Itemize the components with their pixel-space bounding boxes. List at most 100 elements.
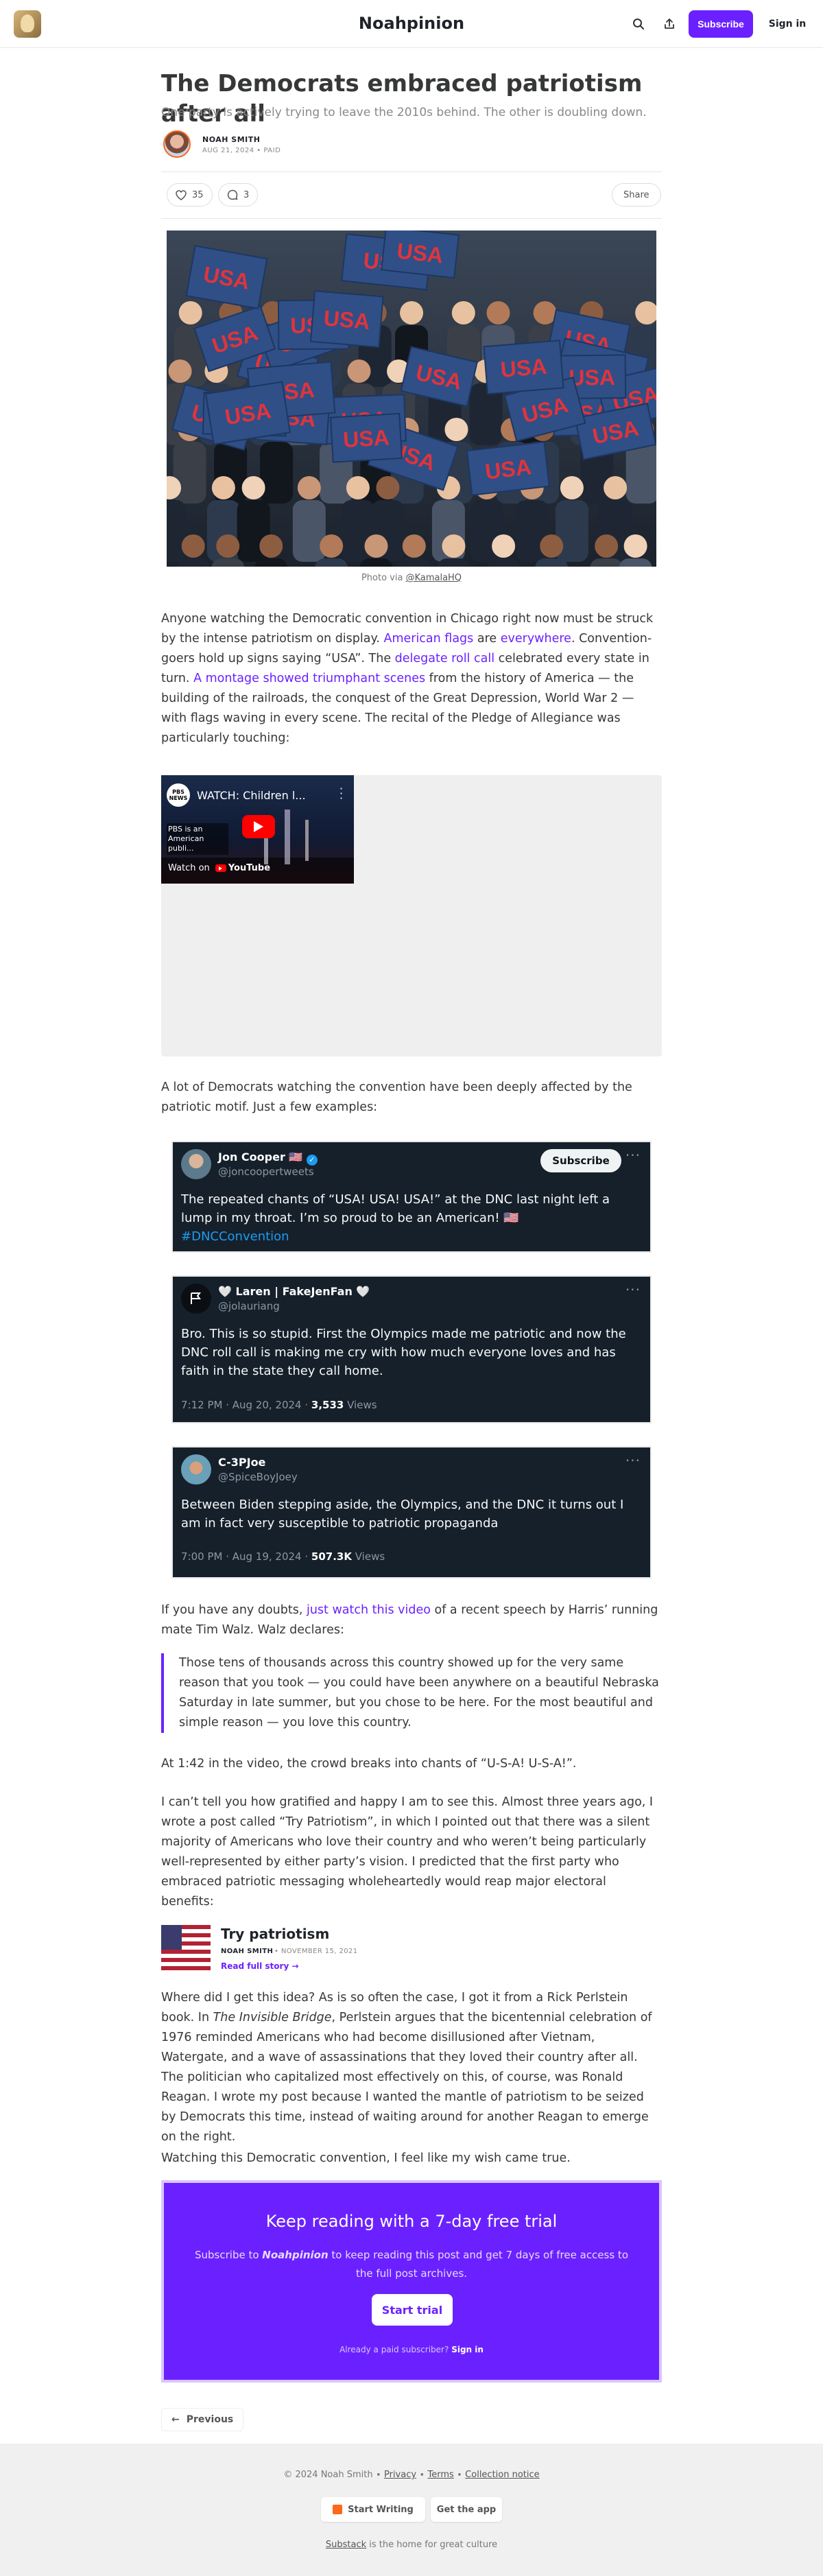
tweet-embed[interactable]: C-3PJoe @SpiceBoyJoey ··· Between Biden … bbox=[171, 1446, 652, 1579]
crowd-head bbox=[211, 476, 235, 499]
comment-button[interactable]: 3 bbox=[218, 183, 259, 206]
caption-link[interactable]: @KamalaHQ bbox=[406, 573, 462, 583]
paragraph: I can’t tell you how gratified and happy… bbox=[161, 1795, 654, 1909]
play-icon[interactable] bbox=[242, 815, 275, 838]
share-icon[interactable] bbox=[660, 15, 678, 33]
crowd-head bbox=[320, 534, 344, 558]
privacy-link[interactable]: Privacy bbox=[384, 2470, 416, 2480]
crowd-head bbox=[216, 534, 240, 558]
crowd-person bbox=[487, 558, 520, 567]
svg-text:USA: USA bbox=[484, 454, 532, 484]
crowd-head bbox=[442, 534, 466, 558]
usa-sign: USA bbox=[380, 231, 460, 279]
crowd-person bbox=[397, 558, 431, 567]
image-caption: Photo via @KamalaHQ bbox=[361, 573, 462, 583]
tweet-subscribe-button[interactable]: Subscribe bbox=[540, 1149, 621, 1172]
crowd-person bbox=[535, 558, 569, 567]
tweet-embed[interactable]: Jon Cooper 🇺🇸 ✓ @joncoopertweets Subscri… bbox=[171, 1141, 652, 1253]
substack-link[interactable]: Substack bbox=[326, 2540, 366, 2550]
link-montage[interactable]: A montage showed triumphant scenes bbox=[193, 672, 425, 685]
share-button[interactable]: Share bbox=[612, 183, 661, 206]
crowd-head bbox=[486, 301, 510, 324]
crowd-head bbox=[492, 534, 516, 558]
convention-crowd-illustration: USAUSAUSA USAUSAUSAUSAUSAUSAUSAUSAUSAUSAU… bbox=[167, 231, 656, 567]
crowd-head bbox=[241, 476, 265, 499]
watch-on-youtube[interactable]: Watch on YouTube bbox=[168, 863, 270, 873]
paragraph: Where did I get this idea? As is so ofte… bbox=[161, 1991, 652, 2144]
search-icon[interactable] bbox=[630, 15, 647, 33]
terms-link[interactable]: Terms bbox=[427, 2470, 453, 2480]
tweet-text: Bro. This is so stupid. First the Olympi… bbox=[181, 1327, 626, 1378]
divider bbox=[161, 218, 662, 219]
top-bar: Noahpinion Subscribe Sign in bbox=[0, 0, 823, 48]
paywall-sign-in-link[interactable]: Sign in bbox=[451, 2345, 484, 2354]
crowd-head bbox=[402, 534, 426, 558]
video-title[interactable]: WATCH: Children l... bbox=[197, 789, 306, 802]
video-menu-icon[interactable]: · · · bbox=[339, 783, 343, 804]
more-icon[interactable]: ··· bbox=[625, 1283, 641, 1297]
tweet-avatar[interactable] bbox=[181, 1149, 211, 1179]
paragraph: If you have any doubts, just watch this … bbox=[161, 1603, 658, 1637]
tweet-handle[interactable]: @joncoopertweets bbox=[218, 1166, 314, 1178]
crowd-head bbox=[181, 534, 205, 558]
crowd-person bbox=[437, 558, 470, 567]
start-writing-button[interactable]: Start Writing bbox=[321, 2497, 425, 2522]
channel-badge: PBS NEWS bbox=[167, 783, 190, 807]
tweet-meta: 7:12 PM · Aug 20, 2024 · 3,533 Views bbox=[181, 1399, 377, 1411]
video-thumbnail[interactable]: PBS NEWS WATCH: Children l... · · · PBS is… bbox=[161, 775, 354, 884]
link-delegate-roll-call[interactable]: delegate roll call bbox=[395, 652, 494, 665]
crowd-head bbox=[178, 301, 202, 324]
paywall-title: Keep reading with a 7-day free trial bbox=[265, 2212, 558, 2231]
tweet-avatar[interactable] bbox=[181, 1284, 211, 1314]
crowd-person bbox=[625, 442, 656, 504]
usa-sign: USA bbox=[309, 290, 384, 348]
crowd-head bbox=[560, 476, 584, 499]
start-trial-button[interactable]: Start trial bbox=[372, 2294, 453, 2326]
crowd-person bbox=[176, 558, 210, 567]
tweet-handle[interactable]: @jolauriang bbox=[218, 1300, 280, 1312]
subscribe-button[interactable]: Subscribe bbox=[689, 10, 753, 38]
collection-notice-link[interactable]: Collection notice bbox=[465, 2470, 539, 2480]
author-avatar[interactable] bbox=[163, 130, 191, 158]
footer-tagline: Substack is the home for great culture bbox=[325, 2540, 498, 2550]
access-badge: PAID bbox=[263, 147, 281, 154]
tweet-author[interactable]: Jon Cooper 🇺🇸 ✓ bbox=[218, 1150, 318, 1166]
hero-image[interactable]: USA USA USA USA USA USA USA USA USA USA USA USA USA U… bbox=[167, 231, 656, 567]
sign-in-link[interactable]: Sign in bbox=[761, 10, 813, 38]
already-subscriber: Already a paid subscriber? Sign in bbox=[339, 2345, 484, 2354]
link-watch-video[interactable]: just watch this video bbox=[307, 1603, 431, 1617]
link-everywhere[interactable]: everywhere bbox=[501, 632, 571, 646]
footer: © 2024 Noah Smith ∙ Privacy ∙ Terms ∙ Co… bbox=[0, 2444, 823, 2576]
tweet-handle[interactable]: @SpiceBoyJoey bbox=[218, 1471, 298, 1483]
get-app-button[interactable]: Get the app bbox=[431, 2497, 502, 2522]
like-count: 35 bbox=[192, 189, 204, 200]
paragraph: A lot of Democrats watching the conventi… bbox=[161, 1080, 632, 1114]
read-full-story-link[interactable]: Read full story → bbox=[221, 1961, 299, 1971]
crowd-person bbox=[359, 558, 393, 567]
usa-sign: USA bbox=[466, 441, 550, 496]
paywall-box: Keep reading with a 7-day free trial Sub… bbox=[161, 2180, 662, 2383]
crowd-person bbox=[260, 442, 294, 504]
like-button[interactable]: 35 bbox=[167, 183, 213, 206]
more-icon[interactable]: ··· bbox=[625, 1148, 641, 1162]
crowd-person bbox=[619, 558, 652, 567]
tweet-text: The repeated chants of “USA! USA! USA!” … bbox=[181, 1192, 610, 1244]
youtube-logo-icon: YouTube bbox=[215, 863, 270, 873]
embedded-post-title[interactable]: Try patriotism bbox=[221, 1926, 329, 1942]
tweet-meta: 7:00 PM · Aug 19, 2024 · 507.3K Views bbox=[181, 1550, 385, 1563]
embedded-post-image[interactable] bbox=[161, 1925, 211, 1974]
heart-icon bbox=[176, 189, 187, 200]
tweet-embed[interactable]: 🤍 Laren | FakeJenFan 🤍 @jolauriang ··· B… bbox=[171, 1275, 652, 1423]
previous-post-button[interactable]: ← Previous bbox=[161, 2408, 244, 2431]
tweet-avatar[interactable] bbox=[181, 1454, 211, 1485]
tweet-author[interactable]: C-3PJoe bbox=[218, 1456, 265, 1469]
author-name[interactable]: NOAH SMITH bbox=[202, 135, 260, 144]
hashtag-link[interactable]: #DNCConvention bbox=[181, 1229, 289, 1244]
link-american-flags[interactable]: American flags bbox=[383, 632, 473, 646]
more-icon[interactable]: ··· bbox=[625, 1454, 641, 1467]
tweet-author[interactable]: 🤍 Laren | FakeJenFan 🤍 bbox=[218, 1285, 370, 1298]
embedded-post-author: NOAH SMITH bbox=[221, 1948, 274, 1955]
crowd-person bbox=[211, 558, 245, 567]
usa-sign: USA bbox=[329, 412, 403, 463]
crowd-head bbox=[364, 534, 388, 558]
